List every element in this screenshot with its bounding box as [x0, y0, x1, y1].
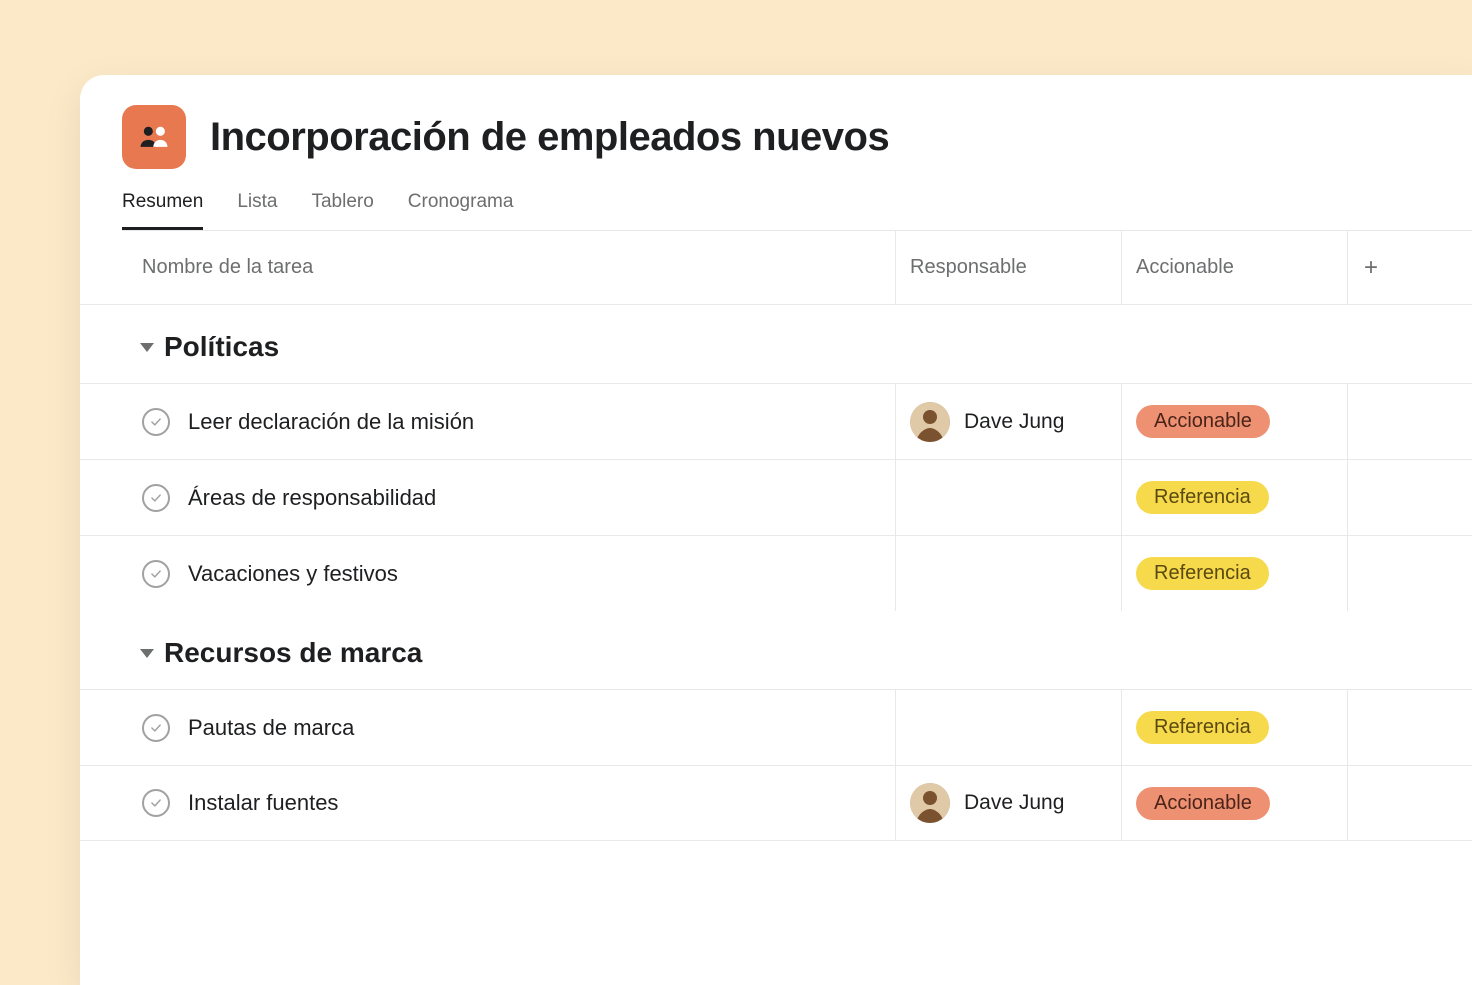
project-header: Incorporación de empleados nuevos Resume…	[80, 75, 1472, 231]
task-row[interactable]: Vacaciones y festivos Referencia	[80, 535, 1472, 611]
task-row[interactable]: Áreas de responsabilidad Referencia	[80, 459, 1472, 535]
caret-down-icon	[140, 343, 154, 352]
people-icon	[137, 120, 171, 154]
tab-cronograma[interactable]: Cronograma	[408, 191, 514, 230]
tag-cell[interactable]: Referencia	[1122, 460, 1348, 535]
column-header-assignee[interactable]: Responsable	[896, 231, 1122, 304]
caret-down-icon	[140, 649, 154, 658]
tag-cell[interactable]: Referencia	[1122, 536, 1348, 611]
task-row[interactable]: Instalar fuentes Dave Jung Accionable	[80, 765, 1472, 841]
avatar	[910, 783, 950, 823]
complete-task-icon[interactable]	[142, 714, 170, 742]
complete-task-icon[interactable]	[142, 484, 170, 512]
column-headers-row: Nombre de la tarea Responsable Accionabl…	[80, 231, 1472, 305]
plus-icon: +	[1364, 256, 1378, 280]
tag-cell[interactable]: Accionable	[1122, 766, 1348, 840]
project-icon[interactable]	[122, 105, 186, 169]
tag-pill: Referencia	[1136, 481, 1269, 514]
section-title: Políticas	[164, 331, 279, 363]
assignee-name: Dave Jung	[964, 791, 1064, 815]
complete-task-icon[interactable]	[142, 560, 170, 588]
project-title: Incorporación de empleados nuevos	[210, 115, 889, 160]
tab-lista[interactable]: Lista	[237, 191, 277, 230]
task-name: Pautas de marca	[188, 715, 354, 741]
task-name: Leer declaración de la misión	[188, 409, 474, 435]
column-header-action[interactable]: Accionable	[1122, 231, 1348, 304]
tag-cell[interactable]: Referencia	[1122, 690, 1348, 765]
complete-task-icon[interactable]	[142, 408, 170, 436]
tabs-bar: Resumen Lista Tablero Cronograma	[122, 169, 1472, 231]
task-name: Instalar fuentes	[188, 790, 338, 816]
section-header[interactable]: Recursos de marca	[80, 611, 1472, 689]
section-title: Recursos de marca	[164, 637, 422, 669]
app-window: Incorporación de empleados nuevos Resume…	[80, 75, 1472, 985]
assignee-cell[interactable]: Dave Jung	[896, 766, 1122, 840]
column-header-task[interactable]: Nombre de la tarea	[142, 231, 896, 304]
task-table: Nombre de la tarea Responsable Accionabl…	[80, 231, 1472, 841]
section-header[interactable]: Políticas	[80, 305, 1472, 383]
tag-pill: Referencia	[1136, 557, 1269, 590]
tab-resumen[interactable]: Resumen	[122, 191, 203, 230]
assignee-name: Dave Jung	[964, 410, 1064, 434]
tag-pill: Accionable	[1136, 787, 1270, 820]
tab-tablero[interactable]: Tablero	[311, 191, 373, 230]
avatar	[910, 402, 950, 442]
assignee-cell[interactable]	[896, 690, 1122, 765]
complete-task-icon[interactable]	[142, 789, 170, 817]
task-row[interactable]: Leer declaración de la misión Dave Jung …	[80, 383, 1472, 459]
tag-cell[interactable]: Accionable	[1122, 384, 1348, 459]
task-name: Áreas de responsabilidad	[188, 485, 436, 511]
task-row[interactable]: Pautas de marca Referencia	[80, 689, 1472, 765]
task-name: Vacaciones y festivos	[188, 561, 398, 587]
add-column-button[interactable]: +	[1348, 231, 1394, 304]
assignee-cell[interactable]	[896, 460, 1122, 535]
assignee-cell[interactable]: Dave Jung	[896, 384, 1122, 459]
tag-pill: Referencia	[1136, 711, 1269, 744]
assignee-cell[interactable]	[896, 536, 1122, 611]
tag-pill: Accionable	[1136, 405, 1270, 438]
